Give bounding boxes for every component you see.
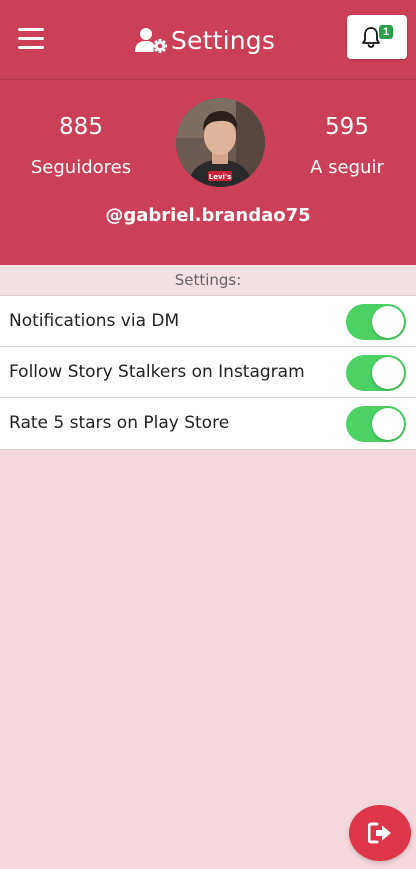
notifications-button[interactable]: 1	[347, 15, 407, 59]
hamburger-line	[18, 37, 44, 40]
setting-label: Rate 5 stars on Play Store	[9, 413, 230, 433]
logout-icon	[368, 822, 391, 844]
menu-button[interactable]	[18, 28, 44, 50]
logout-button[interactable]	[349, 805, 411, 861]
follow-story-stalkers-toggle[interactable]	[346, 355, 406, 391]
bell-icon	[362, 27, 380, 48]
followers-label: Seguidores	[30, 157, 132, 178]
settings-section-title: Settings:	[0, 265, 416, 296]
setting-label: Notifications via DM	[9, 311, 180, 331]
following-count: 595	[325, 114, 369, 140]
toggle-knob	[372, 357, 404, 389]
hamburger-menu-icon	[18, 28, 44, 31]
setting-row-notifications-dm: Notifications via DM	[0, 296, 416, 347]
profile-photo: Levi's	[176, 98, 265, 187]
settings-list: Notifications via DM Follow Story Stalke…	[0, 296, 416, 450]
following-stat[interactable]: 595 A seguir	[277, 112, 416, 178]
notification-count-badge: 1	[379, 25, 393, 39]
followers-count: 885	[59, 114, 103, 140]
setting-row-rate-play-store: Rate 5 stars on Play Store	[0, 398, 416, 449]
toggle-knob	[372, 408, 404, 440]
hamburger-line	[18, 46, 44, 49]
toggle-knob	[372, 306, 404, 338]
user-gear-icon	[134, 28, 167, 53]
username: @gabriel.brandao75	[105, 205, 311, 226]
avatar[interactable]: Levi's	[176, 98, 265, 187]
followers-stat[interactable]: 885 Seguidores	[11, 112, 151, 178]
notifications-dm-toggle[interactable]	[346, 304, 406, 340]
top-app-bar: Settings 1	[0, 0, 416, 80]
following-label: A seguir	[310, 157, 384, 178]
page-title: Settings	[170, 25, 276, 55]
rate-play-store-toggle[interactable]	[346, 406, 406, 442]
svg-text:Levi's: Levi's	[209, 173, 231, 181]
setting-label: Follow Story Stalkers on Instagram	[9, 362, 305, 382]
setting-row-follow-story-stalkers: Follow Story Stalkers on Instagram	[0, 347, 416, 398]
profile-panel: 885 Seguidores Levi's 595 A seguir @gabr…	[0, 80, 416, 265]
